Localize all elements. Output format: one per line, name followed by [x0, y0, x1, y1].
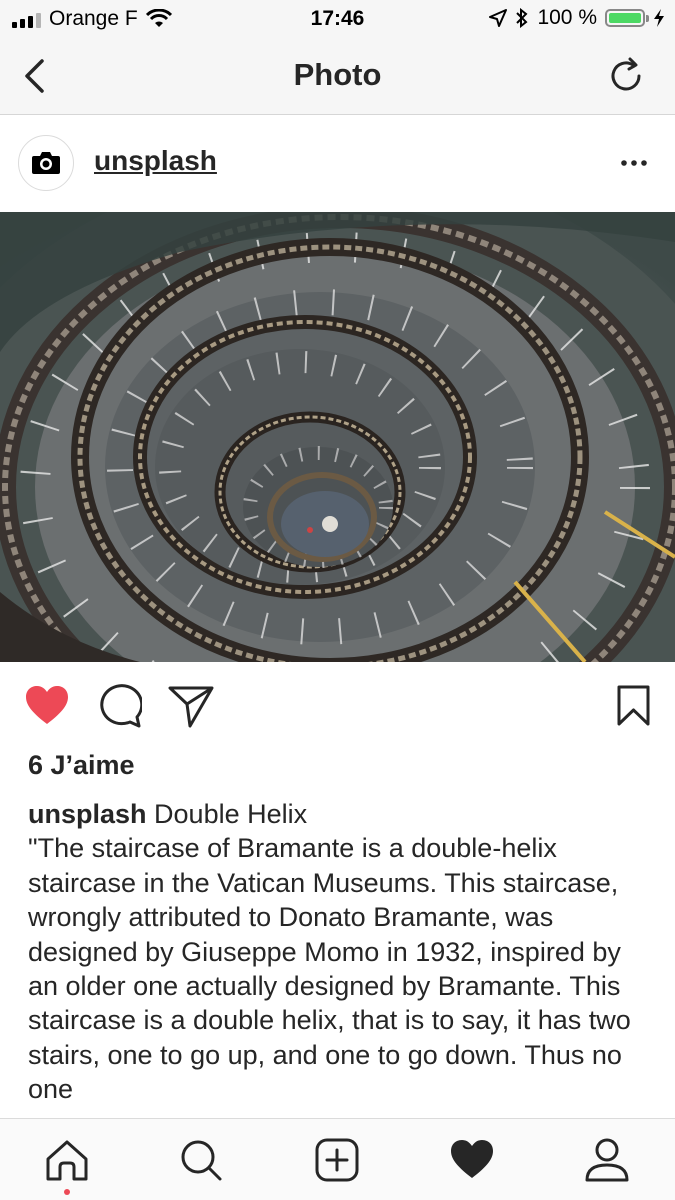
profile-icon[interactable] — [584, 1137, 630, 1183]
more-dots-icon[interactable] — [619, 153, 649, 173]
likes-count[interactable]: 6 J’aime — [28, 750, 135, 781]
status-bar: Orange F 17:46 100 % — [0, 0, 675, 38]
post-username[interactable]: unsplash — [94, 145, 217, 177]
activity-heart-icon[interactable] — [449, 1137, 495, 1183]
caption-username[interactable]: unsplash — [28, 799, 147, 829]
camera-icon — [32, 152, 60, 174]
staircase-photo-image — [0, 212, 675, 662]
page-title: Photo — [293, 57, 382, 92]
tab-bar — [0, 1118, 675, 1200]
avatar[interactable] — [18, 135, 74, 191]
heart-like-icon[interactable] — [24, 684, 70, 728]
refresh-icon[interactable] — [607, 56, 647, 96]
location-arrow-icon — [489, 9, 508, 27]
caption-area: unsplash Double Helix "The staircase of … — [0, 790, 675, 1118]
battery-icon — [605, 9, 649, 27]
post-caption: unsplash Double Helix "The staircase of … — [28, 797, 653, 1107]
bluetooth-icon — [516, 8, 528, 28]
add-post-icon[interactable] — [314, 1137, 360, 1183]
post-photo[interactable] — [0, 212, 675, 662]
search-icon[interactable] — [178, 1137, 224, 1183]
caption-text: Double Helix "The staircase of Bramante … — [28, 799, 631, 1105]
home-icon[interactable] — [44, 1137, 90, 1183]
charging-bolt-icon — [654, 9, 664, 27]
comment-icon[interactable] — [96, 684, 142, 728]
nav-header: Photo — [0, 38, 675, 115]
share-send-icon[interactable] — [168, 684, 214, 728]
post-actions — [0, 662, 675, 747]
status-right: 100 % — [489, 6, 665, 30]
battery-percent: 100 % — [537, 6, 597, 29]
post-header: unsplash — [0, 115, 675, 212]
active-tab-indicator — [64, 1189, 70, 1195]
bookmark-icon[interactable] — [610, 684, 656, 728]
